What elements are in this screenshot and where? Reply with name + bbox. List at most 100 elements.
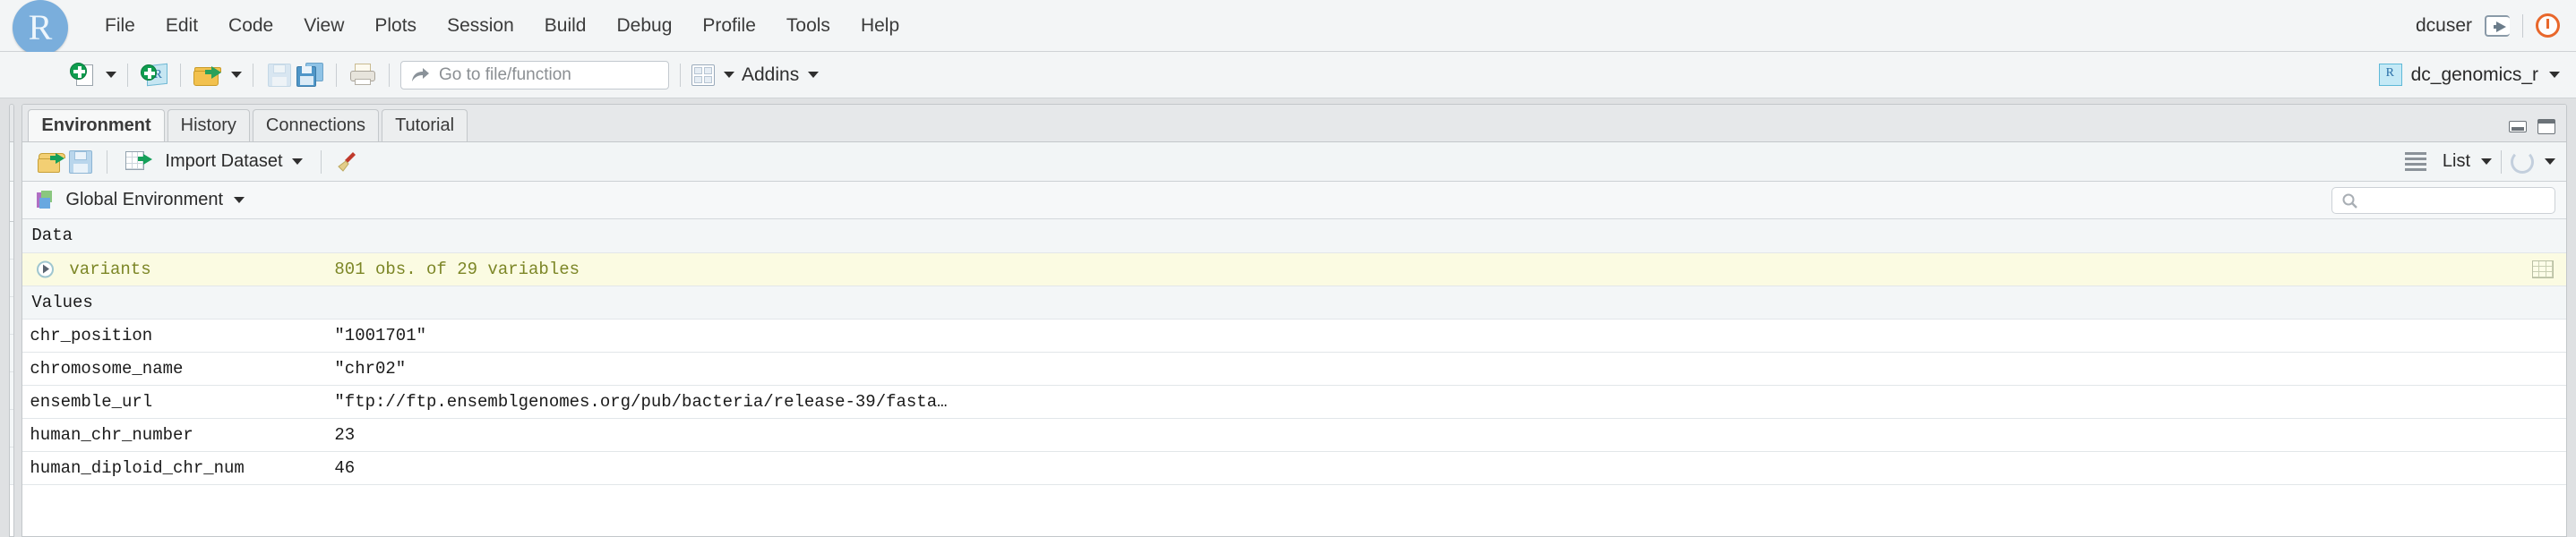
open-file-button[interactable] (192, 60, 222, 90)
new-file-dropdown-icon[interactable] (106, 72, 116, 78)
menu-code[interactable]: Code (213, 10, 288, 42)
rstudio-logo-letter: R (28, 7, 53, 47)
new-file-button[interactable] (66, 60, 97, 90)
print-button[interactable] (348, 60, 378, 90)
panes-dropdown-icon[interactable] (724, 72, 734, 78)
menu-debug[interactable]: Debug (601, 10, 687, 42)
goto-file-function-input[interactable]: Go to file/function (400, 60, 669, 90)
section-title: Data (22, 219, 2567, 253)
row-number: 2 (10, 259, 14, 297)
menu-tools[interactable]: Tools (771, 10, 846, 42)
goto-arrow-icon (410, 67, 430, 83)
environment-entry-chr-position[interactable]: chr_position "1001701" (22, 319, 2567, 353)
rstudio-logo-icon: R (13, 0, 68, 55)
tab-connections[interactable]: Connections (252, 109, 380, 141)
table-row[interactable]: 2 SRR2584863 CP000819.1 263235 NA G T (10, 259, 14, 297)
environment-entry-chromosome-name[interactable]: chromosome_name "chr02" (22, 352, 2567, 386)
import-dataset-button[interactable]: Import Dataset (118, 149, 309, 175)
load-workspace-button[interactable] (35, 147, 66, 177)
menu-help[interactable]: Help (846, 10, 914, 42)
row-number-header[interactable] (10, 182, 14, 222)
environment-entry-ensemble-url[interactable]: ensemble_url "ftp://ftp.ensemblgenomes.o… (22, 385, 2567, 419)
row-number: 1 (10, 221, 14, 260)
list-view-icon[interactable] (2404, 152, 2426, 171)
expand-object-icon[interactable] (37, 260, 55, 277)
refresh-icon[interactable] (2511, 149, 2535, 174)
view-mode-label[interactable]: List (2443, 151, 2470, 172)
view-data-cell[interactable] (2525, 252, 2567, 286)
rstudio-window: R File Edit Code View Plots Session Buil… (0, 0, 2576, 537)
refresh-dropdown-icon[interactable] (2545, 158, 2556, 165)
row-end (2525, 352, 2567, 386)
view-data-grid-icon[interactable] (2532, 260, 2555, 278)
object-name-label: variants (69, 259, 151, 279)
table-row[interactable]: 5 SRR2584863 CP000819.1 473901 NA CCGC C… (10, 371, 14, 410)
maximize-pane-icon[interactable] (2537, 119, 2556, 134)
environment-entry-human-diploid-chr-num[interactable]: human_diploid_chr_num 46 (22, 451, 2567, 485)
divider (336, 63, 337, 87)
tab-history[interactable]: History (167, 109, 250, 141)
menu-file[interactable]: File (90, 10, 150, 42)
import-dataset-dropdown-icon[interactable] (291, 158, 303, 165)
project-dropdown-icon[interactable] (2549, 72, 2560, 78)
divider (680, 63, 681, 87)
object-value: "1001701" (327, 319, 2526, 353)
tab-environment[interactable]: Environment (28, 109, 165, 141)
new-file-icon (70, 62, 93, 88)
new-project-button[interactable]: R (139, 60, 169, 90)
table-row[interactable]: 7 SRR2584863 CP000819.1 1331794 NA C A (10, 447, 14, 485)
save-all-button[interactable] (295, 60, 325, 90)
environment-entry-human-chr-number[interactable]: human_chr_number 23 (22, 418, 2567, 452)
environment-scope-selector[interactable]: Global Environment (22, 182, 2567, 219)
tab-label: Tutorial (395, 115, 455, 135)
object-name: human_chr_number (22, 418, 328, 452)
tab-label: History (180, 115, 236, 135)
environment-pane-controls (2509, 119, 2556, 134)
project-selector[interactable]: R dc_genomics_r (2378, 52, 2560, 98)
divider (2522, 13, 2523, 38)
divider (320, 149, 322, 174)
environment-search-input[interactable] (2331, 187, 2556, 214)
new-file-group (66, 60, 116, 90)
menu-view[interactable]: View (288, 10, 359, 42)
table-row[interactable]: 3 SRR2584863 CP000819.1 281923 NA G T (10, 296, 14, 335)
open-folder-icon (38, 151, 66, 173)
environment-scope-label: Global Environment (65, 190, 224, 209)
menu-plots[interactable]: Plots (359, 10, 432, 42)
table-body: 1 SRR2584863 CP000819.1 9972 NA T G 2 SR… (10, 221, 14, 485)
menu-edit[interactable]: Edit (150, 10, 213, 42)
object-value: 801 obs. of 29 variables (327, 252, 2526, 286)
clear-workspace-button[interactable] (332, 147, 363, 177)
open-file-dropdown-icon[interactable] (231, 72, 242, 78)
table-row[interactable]: 4 SRR2584863 CP000819.1 433359 NA CTTTTT… (10, 334, 14, 372)
power-icon[interactable] (2536, 13, 2560, 38)
environment-list[interactable]: Data variants 801 obs. of 29 variables V… (22, 219, 2567, 536)
environment-table: Data variants 801 obs. of 29 variables V… (22, 219, 2567, 485)
environment-entry-variants[interactable]: variants 801 obs. of 29 variables (22, 252, 2567, 286)
divider (389, 63, 390, 87)
tab-tutorial[interactable]: Tutorial (382, 109, 468, 141)
table-row[interactable]: 6 SRR2584863 CP000819.1 648692 NA C T (10, 409, 14, 448)
menu-build[interactable]: Build (529, 10, 602, 42)
workspace-panes-icon[interactable] (691, 64, 715, 86)
menu-session[interactable]: Session (432, 10, 529, 42)
environment-search-field[interactable] (2364, 190, 2539, 211)
open-file-icon (193, 64, 221, 87)
sign-out-icon[interactable] (2485, 14, 2510, 37)
divider (127, 63, 128, 87)
minimize-pane-icon[interactable] (2509, 121, 2528, 132)
menu-profile[interactable]: Profile (687, 10, 771, 42)
save-workspace-button[interactable] (65, 147, 96, 177)
table-row[interactable]: 1 SRR2584863 CP000819.1 9972 NA T G (10, 221, 14, 260)
broom-icon (336, 150, 359, 174)
row-number: 5 (10, 371, 14, 410)
divider (2501, 149, 2503, 174)
save-all-icon (296, 63, 323, 87)
addins-dropdown-icon[interactable] (808, 72, 820, 78)
view-mode-dropdown-icon[interactable] (2481, 158, 2493, 165)
save-button[interactable] (264, 60, 295, 90)
chevron-down-icon[interactable] (234, 197, 245, 203)
addins-label[interactable]: Addins (742, 64, 799, 86)
section-title: Values (22, 286, 2567, 320)
data-table-container[interactable]: sample_id CHROM POS (10, 182, 14, 536)
